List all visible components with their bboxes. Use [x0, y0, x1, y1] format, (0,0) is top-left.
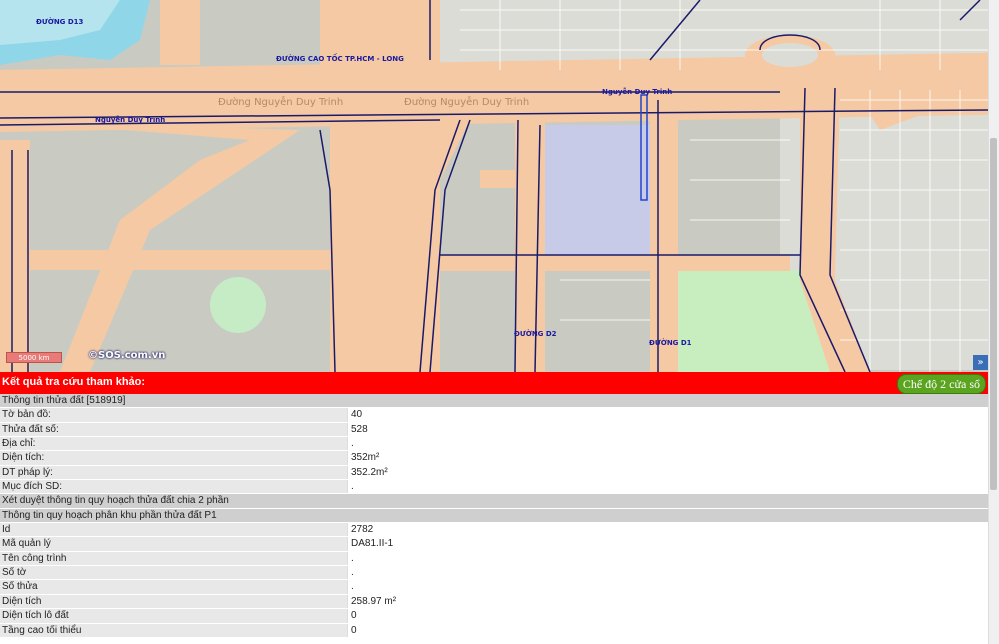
field-label: Diện tích:: [0, 451, 347, 465]
field-value: 2782: [347, 523, 988, 537]
map-copyright: ©SOS.com.vn: [88, 350, 166, 361]
field-label: Tầng cao tối thiểu: [0, 623, 347, 637]
table-row: Tờ bản đồ: 40: [0, 408, 988, 423]
map-canvas[interactable]: [0, 0, 988, 372]
table-row: Địa chỉ:.: [0, 437, 988, 452]
field-label: Tờ bản đồ:: [0, 408, 347, 422]
field-value: 352m²: [347, 451, 988, 465]
road-label-1: Đường Nguyễn Duy Trinh: [218, 97, 344, 108]
field-value: .: [347, 580, 988, 594]
expand-icon[interactable]: »: [973, 355, 988, 370]
parcel-info-table: Thông tin thửa đất [518919] Tờ bản đồ: 40 T…: [0, 394, 988, 638]
field-label: Số tờ: [0, 566, 347, 580]
table-row: Mã quản lý DA81.II-1: [0, 537, 988, 552]
section-header: Thông tin thửa đất [518919]: [0, 394, 988, 409]
field-label: Mã quản lý: [0, 537, 347, 551]
field-value: 258.97 m²: [347, 594, 988, 609]
field-value: .: [347, 437, 988, 451]
table-row: Id 2782: [0, 523, 988, 538]
table-row: Diện tích 258.97 m²: [0, 594, 988, 610]
street-label-d2: ĐƯỜNG D2: [514, 330, 557, 338]
table-row: Tên công trình.: [0, 551, 988, 567]
table-row: Mục đích SD:.: [0, 480, 988, 495]
table-row: Số tờ.: [0, 566, 988, 581]
map-view[interactable]: ĐƯỜNG D13 ĐƯỜNG CAO TỐC TP.HCM - LONG Ng…: [0, 0, 988, 372]
field-value: 352.2m²: [347, 465, 988, 480]
road-label-2: Đường Nguyễn Duy Trinh: [404, 97, 530, 108]
field-value: 0: [347, 609, 988, 623]
field-label: Diện tích lô đất: [0, 609, 347, 623]
field-label: Địa chỉ:: [0, 437, 347, 451]
result-title: Kết quả tra cứu tham khảo:: [2, 376, 146, 388]
table-row: Diện tích lô đất 0: [0, 609, 988, 624]
map-scale-bar: 5000 km: [6, 352, 62, 363]
field-value: .: [347, 480, 988, 494]
field-label: DT pháp lý:: [0, 465, 347, 480]
section-header: Xét duyệt thông tin quy hoạch thửa đất c…: [0, 494, 988, 509]
field-value: 528: [347, 422, 988, 437]
section-header: Thông tin quy hoạch phân khu phần thửa đ…: [0, 508, 988, 524]
field-label: Số thửa: [0, 580, 347, 594]
field-value: 0: [347, 623, 988, 637]
field-value: .: [347, 551, 988, 566]
field-value: .: [347, 566, 988, 580]
field-value: 40: [347, 408, 988, 422]
street-label-nguyen-duy-trinh-left: Nguyễn Duy Trinh: [95, 116, 166, 124]
field-label: Tên công trình: [0, 551, 347, 566]
field-value: DA81.II-1: [347, 537, 988, 551]
page-scrollbar-thumb[interactable]: [990, 138, 997, 490]
table-row: Số thửa.: [0, 580, 988, 595]
table-row: Thửa đất số: 528: [0, 422, 988, 438]
street-label-nguyen-duy-trinh-right: Nguyễn Duy Trinh: [602, 88, 673, 96]
field-label: Id: [0, 523, 347, 537]
street-label-d13: ĐƯỜNG D13: [36, 18, 84, 26]
field-label: Mục đích SD:: [0, 480, 347, 494]
table-row: DT pháp lý: 352.2m²: [0, 465, 988, 481]
street-label-cao-toc: ĐƯỜNG CAO TỐC TP.HCM - LONG: [276, 55, 404, 63]
field-label: Thửa đất số:: [0, 422, 347, 437]
two-window-mode-button[interactable]: Chế độ 2 cửa sổ: [896, 374, 986, 394]
table-row: Diện tích: 352m²: [0, 451, 988, 466]
field-label: Diện tích: [0, 594, 347, 609]
street-label-d1: ĐƯỜNG D1: [649, 339, 692, 347]
table-row: Tầng cao tối thiểu 0: [0, 623, 988, 638]
result-header: Kết quả tra cứu tham khảo: Chế độ 2 cửa …: [0, 372, 988, 394]
